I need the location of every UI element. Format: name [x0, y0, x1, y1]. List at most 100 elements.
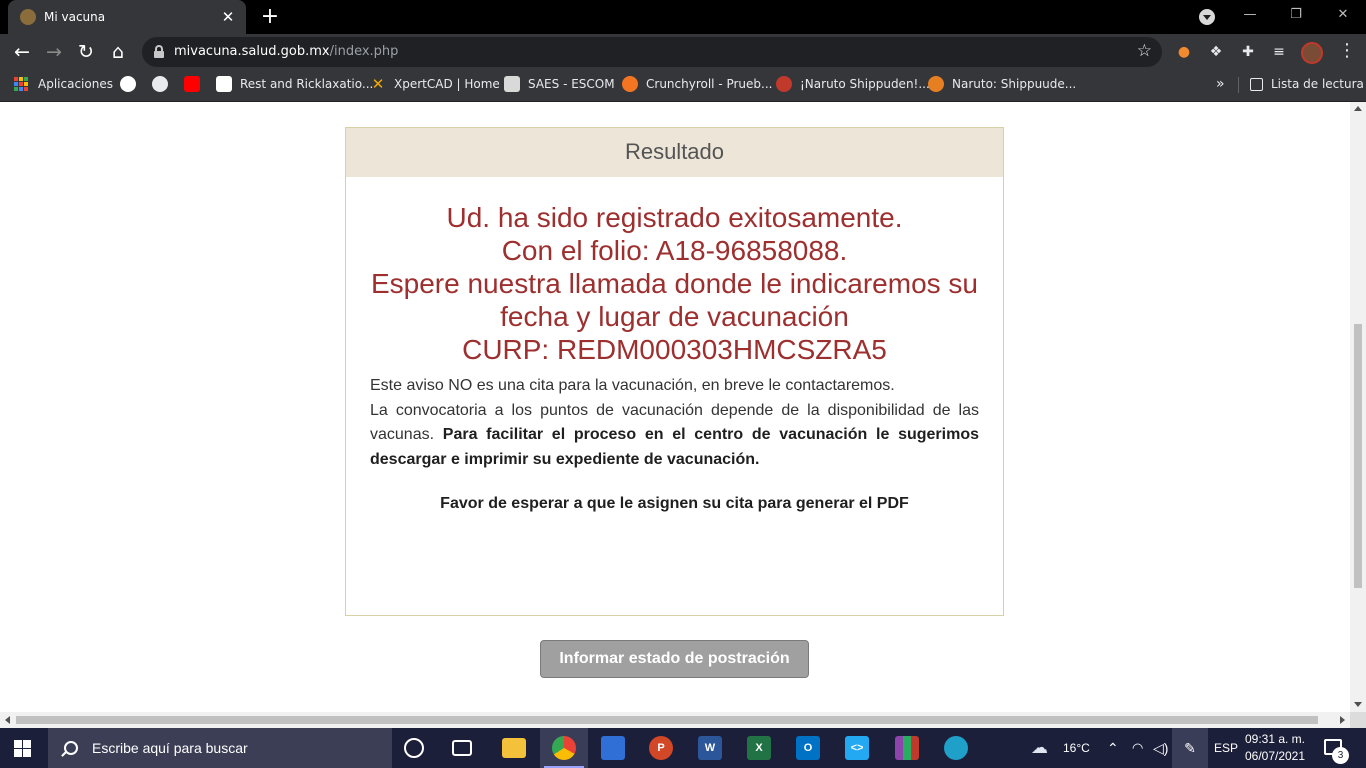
notification-count-badge: 3 — [1332, 747, 1349, 764]
close-window-icon[interactable]: ✕ — [1320, 0, 1366, 34]
scroll-up-arrow-icon[interactable] — [1354, 106, 1362, 111]
as-icon — [216, 76, 232, 92]
store-icon[interactable] — [601, 736, 625, 760]
vertical-scroll-thumb[interactable] — [1354, 324, 1362, 588]
horizontal-scrollbar[interactable] — [0, 712, 1350, 728]
volume-icon[interactable]: ◁) — [1153, 728, 1168, 768]
bookmark-globe[interactable] — [152, 70, 176, 98]
media-queue-icon[interactable]: ≡ — [1269, 42, 1289, 62]
back-arrow-icon[interactable]: ← — [8, 38, 36, 66]
excel-icon[interactable]: X — [747, 736, 771, 760]
naruto-icon — [776, 76, 792, 92]
vaccination-notice: Este aviso NO es una cita para la vacuna… — [370, 374, 979, 472]
word-icon[interactable]: W — [698, 736, 722, 760]
xpertcad-icon: ✕ — [371, 75, 385, 93]
tab-search-icon[interactable] — [1199, 9, 1215, 25]
tab-title: Mi vacuna — [44, 10, 106, 24]
profile-avatar[interactable] — [1301, 42, 1323, 64]
taskbar-search-placeholder: Escribe aquí para buscar — [92, 740, 248, 756]
crunchyroll-icon — [622, 76, 638, 92]
winrar-icon[interactable] — [895, 736, 919, 760]
search-icon — [64, 741, 78, 755]
url-host: mivacuna.salud.gob.mx — [174, 44, 330, 59]
pen-workspace-icon[interactable]: ✎ — [1172, 728, 1208, 768]
bookmark-naruto-shippuden[interactable]: ¡Naruto Shippuden!... — [776, 70, 930, 98]
weather-temperature[interactable]: 16°C — [1063, 728, 1090, 768]
extensions-puzzle-icon[interactable]: ✚ — [1238, 42, 1258, 62]
globe-icon — [152, 76, 168, 92]
report-postration-button[interactable]: Informar estado de postración — [540, 640, 809, 678]
bookmark-label: Naruto: Shippuude... — [952, 77, 1077, 91]
pdf-wait-message: Favor de esperar a que le asignen su cit… — [440, 495, 909, 512]
tab-strip: Mi vacuna ✕ + — ❐ ✕ — [0, 0, 1366, 34]
bookmark-star-icon[interactable]: ☆ — [1137, 41, 1152, 61]
extension-fire-icon[interactable]: ● — [1174, 42, 1194, 62]
scrollbar-corner — [1350, 712, 1366, 728]
windows-start-icon[interactable] — [14, 740, 31, 757]
input-language[interactable]: ESP — [1214, 728, 1238, 768]
minimize-icon[interactable]: — — [1227, 0, 1273, 34]
edge-icon[interactable] — [944, 736, 968, 760]
taskbar-search-box[interactable]: Escribe aquí para buscar — [48, 728, 392, 768]
scroll-left-arrow-icon[interactable] — [5, 716, 10, 724]
horizontal-scroll-thumb[interactable] — [16, 716, 1318, 724]
n-icon — [928, 76, 944, 92]
kebab-menu-icon[interactable]: ⋮ — [1338, 40, 1356, 61]
bookmark-rest-and-ricklaxation[interactable]: Rest and Ricklaxatio... — [216, 70, 373, 98]
apps-grid-icon — [14, 77, 28, 91]
url-path: /index.php — [329, 44, 399, 59]
bookmark-apps[interactable]: Aplicaciones — [14, 70, 113, 98]
url-text[interactable]: mivacuna.salud.gob.mx/index.php — [174, 44, 398, 59]
weather-cloud-icon[interactable]: ☁ — [1031, 728, 1048, 768]
lock-icon[interactable] — [154, 45, 164, 58]
new-tab-button[interactable]: + — [258, 5, 282, 29]
powerpoint-icon[interactable]: P — [649, 736, 673, 760]
reading-list-label: Lista de lectura — [1271, 77, 1364, 91]
dropbox-icon[interactable]: ❖ — [1206, 42, 1226, 62]
vertical-scrollbar[interactable] — [1350, 102, 1366, 712]
bookmark-google[interactable] — [120, 70, 144, 98]
bookmark-label: Crunchyroll - Prueb... — [646, 77, 773, 91]
bookmark-saes-escom[interactable]: SAES - ESCOM — [504, 70, 615, 98]
close-tab-icon[interactable]: ✕ — [220, 8, 236, 26]
google-icon — [120, 76, 136, 92]
success-line-wait-call: Espere nuestra llamada donde le indicare… — [370, 268, 979, 332]
success-line-curp: CURP: REDM000303HMCSZRA5 — [462, 334, 887, 365]
reading-list-button[interactable]: Lista de lectura — [1250, 70, 1364, 98]
bookmark-label: Rest and Ricklaxatio... — [240, 77, 374, 91]
vscode-icon[interactable]: <> — [845, 736, 869, 760]
clock-time: 09:31 a. m. — [1244, 732, 1306, 746]
task-view-icon[interactable] — [452, 740, 472, 756]
scroll-down-arrow-icon[interactable] — [1354, 702, 1362, 707]
notice-download-record: Para facilitar el proceso en el centro d… — [370, 426, 979, 468]
bookmark-label: Aplicaciones — [38, 77, 113, 91]
more-bookmarks-icon[interactable]: » — [1216, 76, 1225, 92]
bookmarks-divider — [1238, 77, 1239, 93]
restore-icon[interactable]: ❐ — [1273, 0, 1319, 34]
home-icon[interactable]: ⌂ — [104, 38, 132, 66]
bookmark-label: ¡Naruto Shippuden!... — [800, 77, 930, 91]
address-bar[interactable]: mivacuna.salud.gob.mx/index.php ☆ — [142, 37, 1162, 67]
clock-date: 06/07/2021 — [1244, 749, 1306, 763]
bookmark-xpertcad[interactable]: ✕ XpertCAD | Home — [370, 70, 500, 98]
reading-list-icon — [1250, 77, 1263, 91]
success-line-registered: Ud. ha sido registrado exitosamente. — [446, 202, 903, 233]
reload-icon[interactable]: ↻ — [72, 38, 100, 66]
forward-arrow-icon[interactable]: → — [40, 38, 68, 66]
cortana-icon[interactable] — [404, 738, 424, 758]
saes-icon — [504, 76, 520, 92]
bookmark-crunchyroll[interactable]: Crunchyroll - Prueb... — [622, 70, 772, 98]
system-clock[interactable]: 09:31 a. m. 06/07/2021 — [1242, 731, 1308, 765]
notice-not-appointment: Este aviso NO es una cita para la vacuna… — [370, 377, 895, 394]
outlook-icon[interactable]: O — [796, 736, 820, 760]
browser-toolbar: ← → ↻ ⌂ mivacuna.salud.gob.mx/index.php … — [0, 34, 1366, 70]
tab-mi-vacuna[interactable]: Mi vacuna ✕ — [8, 0, 246, 34]
scroll-right-arrow-icon[interactable] — [1340, 716, 1345, 724]
network-icon[interactable]: ◠ — [1132, 728, 1143, 768]
bookmark-youtube[interactable] — [184, 70, 208, 98]
bookmark-naruto-shippuude[interactable]: Naruto: Shippuude... — [928, 70, 1076, 98]
show-hidden-icons-icon[interactable]: ⌃ — [1107, 728, 1119, 768]
file-explorer-icon[interactable] — [502, 738, 526, 758]
youtube-icon — [184, 76, 200, 92]
chrome-icon[interactable] — [552, 736, 576, 760]
